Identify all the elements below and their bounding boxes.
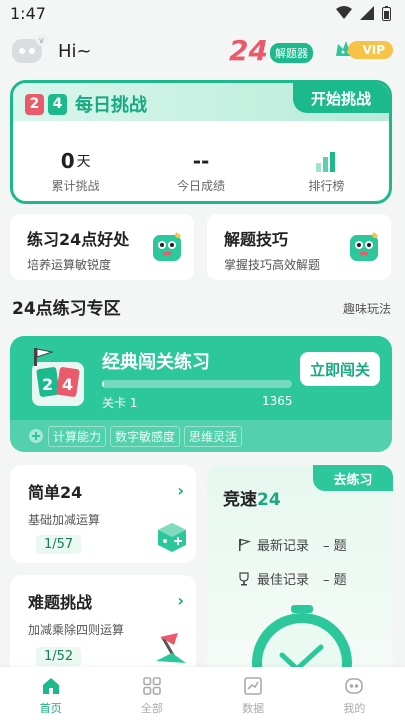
speed-title-prefix: 竞速 (223, 490, 257, 510)
chevron-right-icon: › (177, 481, 184, 500)
max-level: 1365 (262, 394, 293, 408)
avatar-icon: v (12, 34, 48, 63)
best-record-value: – 题 (323, 573, 347, 588)
chevron-right-icon: › (177, 591, 184, 610)
bottom-tab-bar: 首页 全部 数据 我的 (0, 667, 405, 725)
go-practice-button[interactable]: 去练习 (313, 465, 393, 491)
section-title: 24点练习专区 (12, 299, 121, 319)
speed-24-card[interactable]: 去练习 竞速24 最新记录 – 题 最佳记录 – 题 (207, 465, 393, 675)
status-time: 1:47 (10, 3, 46, 23)
svg-text:4: 4 (62, 375, 73, 394)
signal-icon (360, 6, 374, 20)
fun-play-link[interactable]: 趣味玩法 (343, 300, 391, 317)
level-progress-fill (102, 380, 104, 388)
skill-chip: 计算能力 (48, 425, 107, 447)
start-level-button[interactable]: 立即闯关 (300, 352, 380, 386)
status-bar: 1:47 (0, 0, 405, 26)
svg-text:2: 2 (42, 375, 53, 394)
skill-chips: 计算能力 数字敏感度 思维灵活 (10, 420, 392, 452)
tab-all[interactable]: 全部 (101, 667, 202, 725)
simple-count: 1/57 (36, 535, 82, 554)
current-level: 关卡 1 (102, 396, 138, 410)
flag-outline-icon (239, 538, 251, 551)
flag-icon (156, 633, 186, 663)
stat-ranking[interactable]: 排行榜 (264, 143, 389, 194)
level-progress-bar (102, 380, 292, 388)
greeting-text: Hi~ (58, 40, 92, 62)
wifi-icon (336, 6, 352, 19)
latest-record-label: 最新记录 (257, 539, 310, 554)
tab-all-label: 全部 (140, 702, 163, 715)
stat-total-value: 0 (60, 149, 75, 173)
daily-title: 2 4 每日挑战 (25, 91, 147, 117)
stat-total-unit: 天 (76, 154, 91, 170)
hard-count: 1/52 (36, 647, 82, 666)
tab-mine-label: 我的 (343, 702, 366, 715)
chart-icon (244, 677, 262, 695)
tab-home[interactable]: 首页 (0, 667, 101, 725)
speed-title-number: 24 (257, 490, 281, 510)
ranking-icon (316, 152, 336, 172)
tile-two: 2 (25, 93, 44, 115)
system-icons (336, 5, 391, 21)
skill-chip: 思维灵活 (184, 425, 243, 447)
stat-ranking-label: 排行榜 (308, 179, 345, 193)
best-record-label: 最佳记录 (257, 573, 310, 588)
tab-mine[interactable]: 我的 (304, 667, 405, 725)
profile-icon (345, 678, 364, 694)
daily-challenge-card[interactable]: 2 4 每日挑战 开始挑战 0 天 累计挑战 -- 今日成绩 排行榜 (10, 80, 392, 204)
classic-title: 经典闯关练习 (102, 352, 210, 373)
vip-badge[interactable]: VIP (334, 38, 393, 62)
tab-data[interactable]: 数据 (203, 667, 304, 725)
best-record: 最佳记录 – 题 (237, 569, 347, 588)
stat-total-label: 累计挑战 (51, 179, 100, 193)
tab-data-label: 数据 (242, 702, 265, 715)
simple-title: 简单24 (28, 483, 83, 502)
latest-record: 最新记录 – 题 (237, 535, 347, 554)
tips-card[interactable]: 解题技巧 掌握技巧高效解题 (207, 214, 391, 280)
start-challenge-button[interactable]: 开始挑战 (293, 83, 389, 113)
svg-text:v: v (39, 36, 44, 45)
dice-icon (158, 523, 186, 552)
cards-emblem-icon: 2 4 (32, 348, 84, 406)
benefits-card[interactable]: 练习24点好处 培养运算敏锐度 (10, 214, 194, 280)
trophy-icon (239, 571, 249, 585)
stopwatch-icon (252, 605, 352, 675)
brand-number: 24 (229, 34, 268, 67)
mascot-icon (153, 232, 181, 261)
plus-circle-icon (29, 429, 43, 443)
daily-title-text: 每日挑战 (75, 95, 147, 116)
latest-record-value: – 题 (323, 539, 347, 554)
avatar[interactable]: v (10, 33, 50, 69)
vip-label: VIP (348, 41, 393, 59)
stat-total: 0 天 累计挑战 (13, 143, 138, 194)
battery-icon (382, 5, 391, 21)
daily-stats: 0 天 累计挑战 -- 今日成绩 排行榜 (13, 143, 389, 194)
classic-level-card[interactable]: 2 4 经典闯关练习 关卡 1 1365 立即闯关 计算能力 数字敏感度 思维灵… (10, 336, 392, 452)
speed-title: 竞速24 (223, 485, 281, 510)
simple-24-card[interactable]: 简单24 基础加减运算 › 1/57 (10, 465, 196, 563)
hard-challenge-card[interactable]: 难题挑战 加减乘除四则运算 › 1/52 (10, 575, 196, 675)
tile-four: 4 (48, 93, 67, 115)
grid-icon (143, 677, 161, 695)
stat-today-label: 今日成绩 (176, 179, 225, 193)
home-icon (42, 678, 59, 694)
header: v Hi~ 24 解题器 VIP (10, 30, 395, 72)
hard-title: 难题挑战 (28, 593, 93, 612)
tab-home-label: 首页 (39, 702, 62, 715)
brand-logo: 24 解题器 (229, 34, 313, 67)
mascot-icon (350, 232, 378, 261)
stat-today-value: -- (192, 149, 210, 173)
stat-today: -- 今日成绩 (138, 143, 263, 194)
brand-tag: 解题器 (270, 43, 313, 63)
skill-chip: 数字敏感度 (110, 425, 181, 447)
